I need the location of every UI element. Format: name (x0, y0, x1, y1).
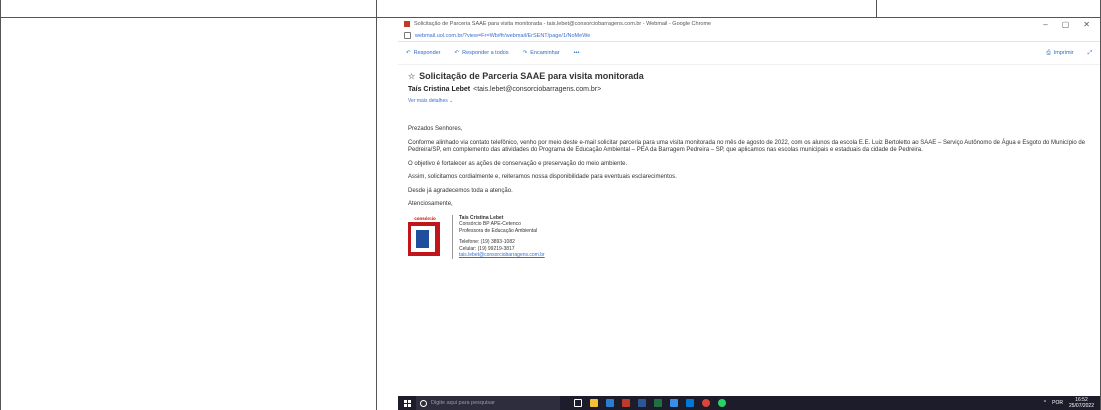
logo-text: consórcio (414, 215, 436, 221)
forward-label: Encaminhar (530, 50, 560, 56)
forward-button[interactable]: ↷ Encaminhar (523, 50, 560, 56)
chevron-down-icon: ⌄ (449, 98, 454, 104)
system-tray: ^ POR 16:52 25/07/2022 (1044, 397, 1100, 409)
reply-all-icon: ↶ (454, 50, 460, 56)
start-button[interactable] (398, 396, 416, 410)
frame-divider (376, 0, 377, 18)
taskbar-search[interactable]: Digite aqui para pesquisar (416, 396, 560, 410)
reply-button[interactable]: ↶ Responder (406, 50, 441, 56)
body-paragraph-1: Conforme alinhado via contato telefônico… (408, 139, 1086, 154)
details-label: Ver mais detalhes (408, 98, 448, 104)
minimize-button[interactable]: – (1043, 20, 1047, 29)
expand-icon[interactable]: ⤢ (1088, 50, 1092, 57)
email-content: ☆ Solicitação de Parceria SAAE para visi… (398, 65, 1100, 263)
word-icon[interactable] (638, 399, 646, 407)
email-toolbar: ↶ Responder ↶ Responder a todos ↷ Encaminha… (398, 42, 1100, 65)
outer-frame-top (0, 0, 1101, 18)
mail-icon[interactable] (686, 399, 694, 407)
browser-screenshot: Solicitação de Parceria SAAE para visita… (398, 18, 1100, 410)
printer-icon: ⎙ (1046, 49, 1051, 56)
reply-all-button[interactable]: ↶ Responder a todos (455, 50, 509, 56)
email-subject: Solicitação de Parceria SAAE para visita… (419, 71, 644, 81)
store-icon[interactable] (606, 399, 614, 407)
windows-taskbar: Digite aqui para pesquisar ^ POR 16:52 2… (398, 396, 1100, 410)
lock-icon (404, 32, 411, 39)
chrome-icon[interactable] (702, 399, 710, 407)
sender-email: <tais.lebet@consorciobarragens.com.br> (473, 86, 602, 93)
tray-chevron-icon[interactable]: ^ (1044, 400, 1046, 406)
office-icon[interactable] (622, 399, 630, 407)
print-button[interactable]: ⎙ Imprimir (1046, 50, 1073, 57)
maximize-button[interactable]: ▢ (1062, 20, 1070, 29)
close-button[interactable]: ✕ (1083, 20, 1090, 29)
frame-divider (876, 0, 877, 18)
language-indicator[interactable]: POR (1052, 400, 1063, 406)
closing: Atenciosamente, (408, 201, 453, 207)
print-label: Imprimir (1053, 50, 1074, 56)
body-paragraph-2: O objetivo é fortalecer as ações de cons… (408, 160, 628, 167)
clock-date[interactable]: 25/07/2022 (1069, 403, 1094, 409)
signature-text: Taís Cristina Lebet Consórcio BP APE-Cet… (452, 214, 545, 259)
file-explorer-icon[interactable] (590, 399, 598, 407)
forward-icon: ↷ (522, 50, 528, 56)
sender-name: Taís Cristina Lebet (408, 86, 471, 93)
sender-line: Taís Cristina Lebet <tais.lebet@consorci… (408, 86, 1090, 93)
greeting: Prezados Senhores, (408, 126, 463, 132)
frame-border-middle (376, 18, 377, 410)
search-placeholder: Digite aqui para pesquisar (431, 400, 495, 406)
window-title: Solicitação de Parceria SAAE para visita… (414, 21, 712, 27)
email-body: Prezados Senhores, Conforme alinhado via… (408, 126, 1090, 259)
browser-titlebar: Solicitação de Parceria SAAE para visita… (398, 18, 1100, 30)
frame-border-left (0, 0, 1, 410)
address-bar[interactable]: webmail.uol.com.br/?view=Fr=Wb#fr/webmai… (398, 30, 1100, 42)
favicon-icon (404, 21, 410, 27)
body-paragraph-3: Assim, solicitamos cordialmente e, reite… (408, 174, 677, 180)
url-text[interactable]: webmail.uol.com.br/?view=Fr=Wb#fr/webmai… (415, 33, 590, 39)
reply-icon: ↶ (406, 50, 411, 56)
edge-icon[interactable] (670, 399, 678, 407)
cortana-icon (420, 399, 427, 407)
whatsapp-icon[interactable] (718, 399, 726, 407)
more-details-link[interactable]: Ver mais detalhes ⌄ (408, 98, 1090, 104)
star-icon[interactable]: ☆ (408, 72, 415, 81)
reply-label: Responder (413, 50, 441, 56)
body-paragraph-4: Desde já agradecemos toda a atenção. (408, 187, 513, 194)
reply-all-label: Responder a todos (462, 50, 509, 56)
task-view-icon[interactable] (574, 399, 582, 407)
more-button[interactable]: ••• (574, 50, 580, 56)
signature-email-link[interactable]: tais.lebet@consorciobarragens.com.br (459, 252, 545, 259)
signature: consórcio Taís Cristina Lebet Consórcio … (408, 214, 1090, 259)
windows-icon (403, 399, 411, 407)
excel-icon[interactable] (654, 399, 662, 407)
signature-role: Professora de Educação Ambiental (459, 227, 538, 234)
company-logo: consórcio (408, 215, 442, 259)
